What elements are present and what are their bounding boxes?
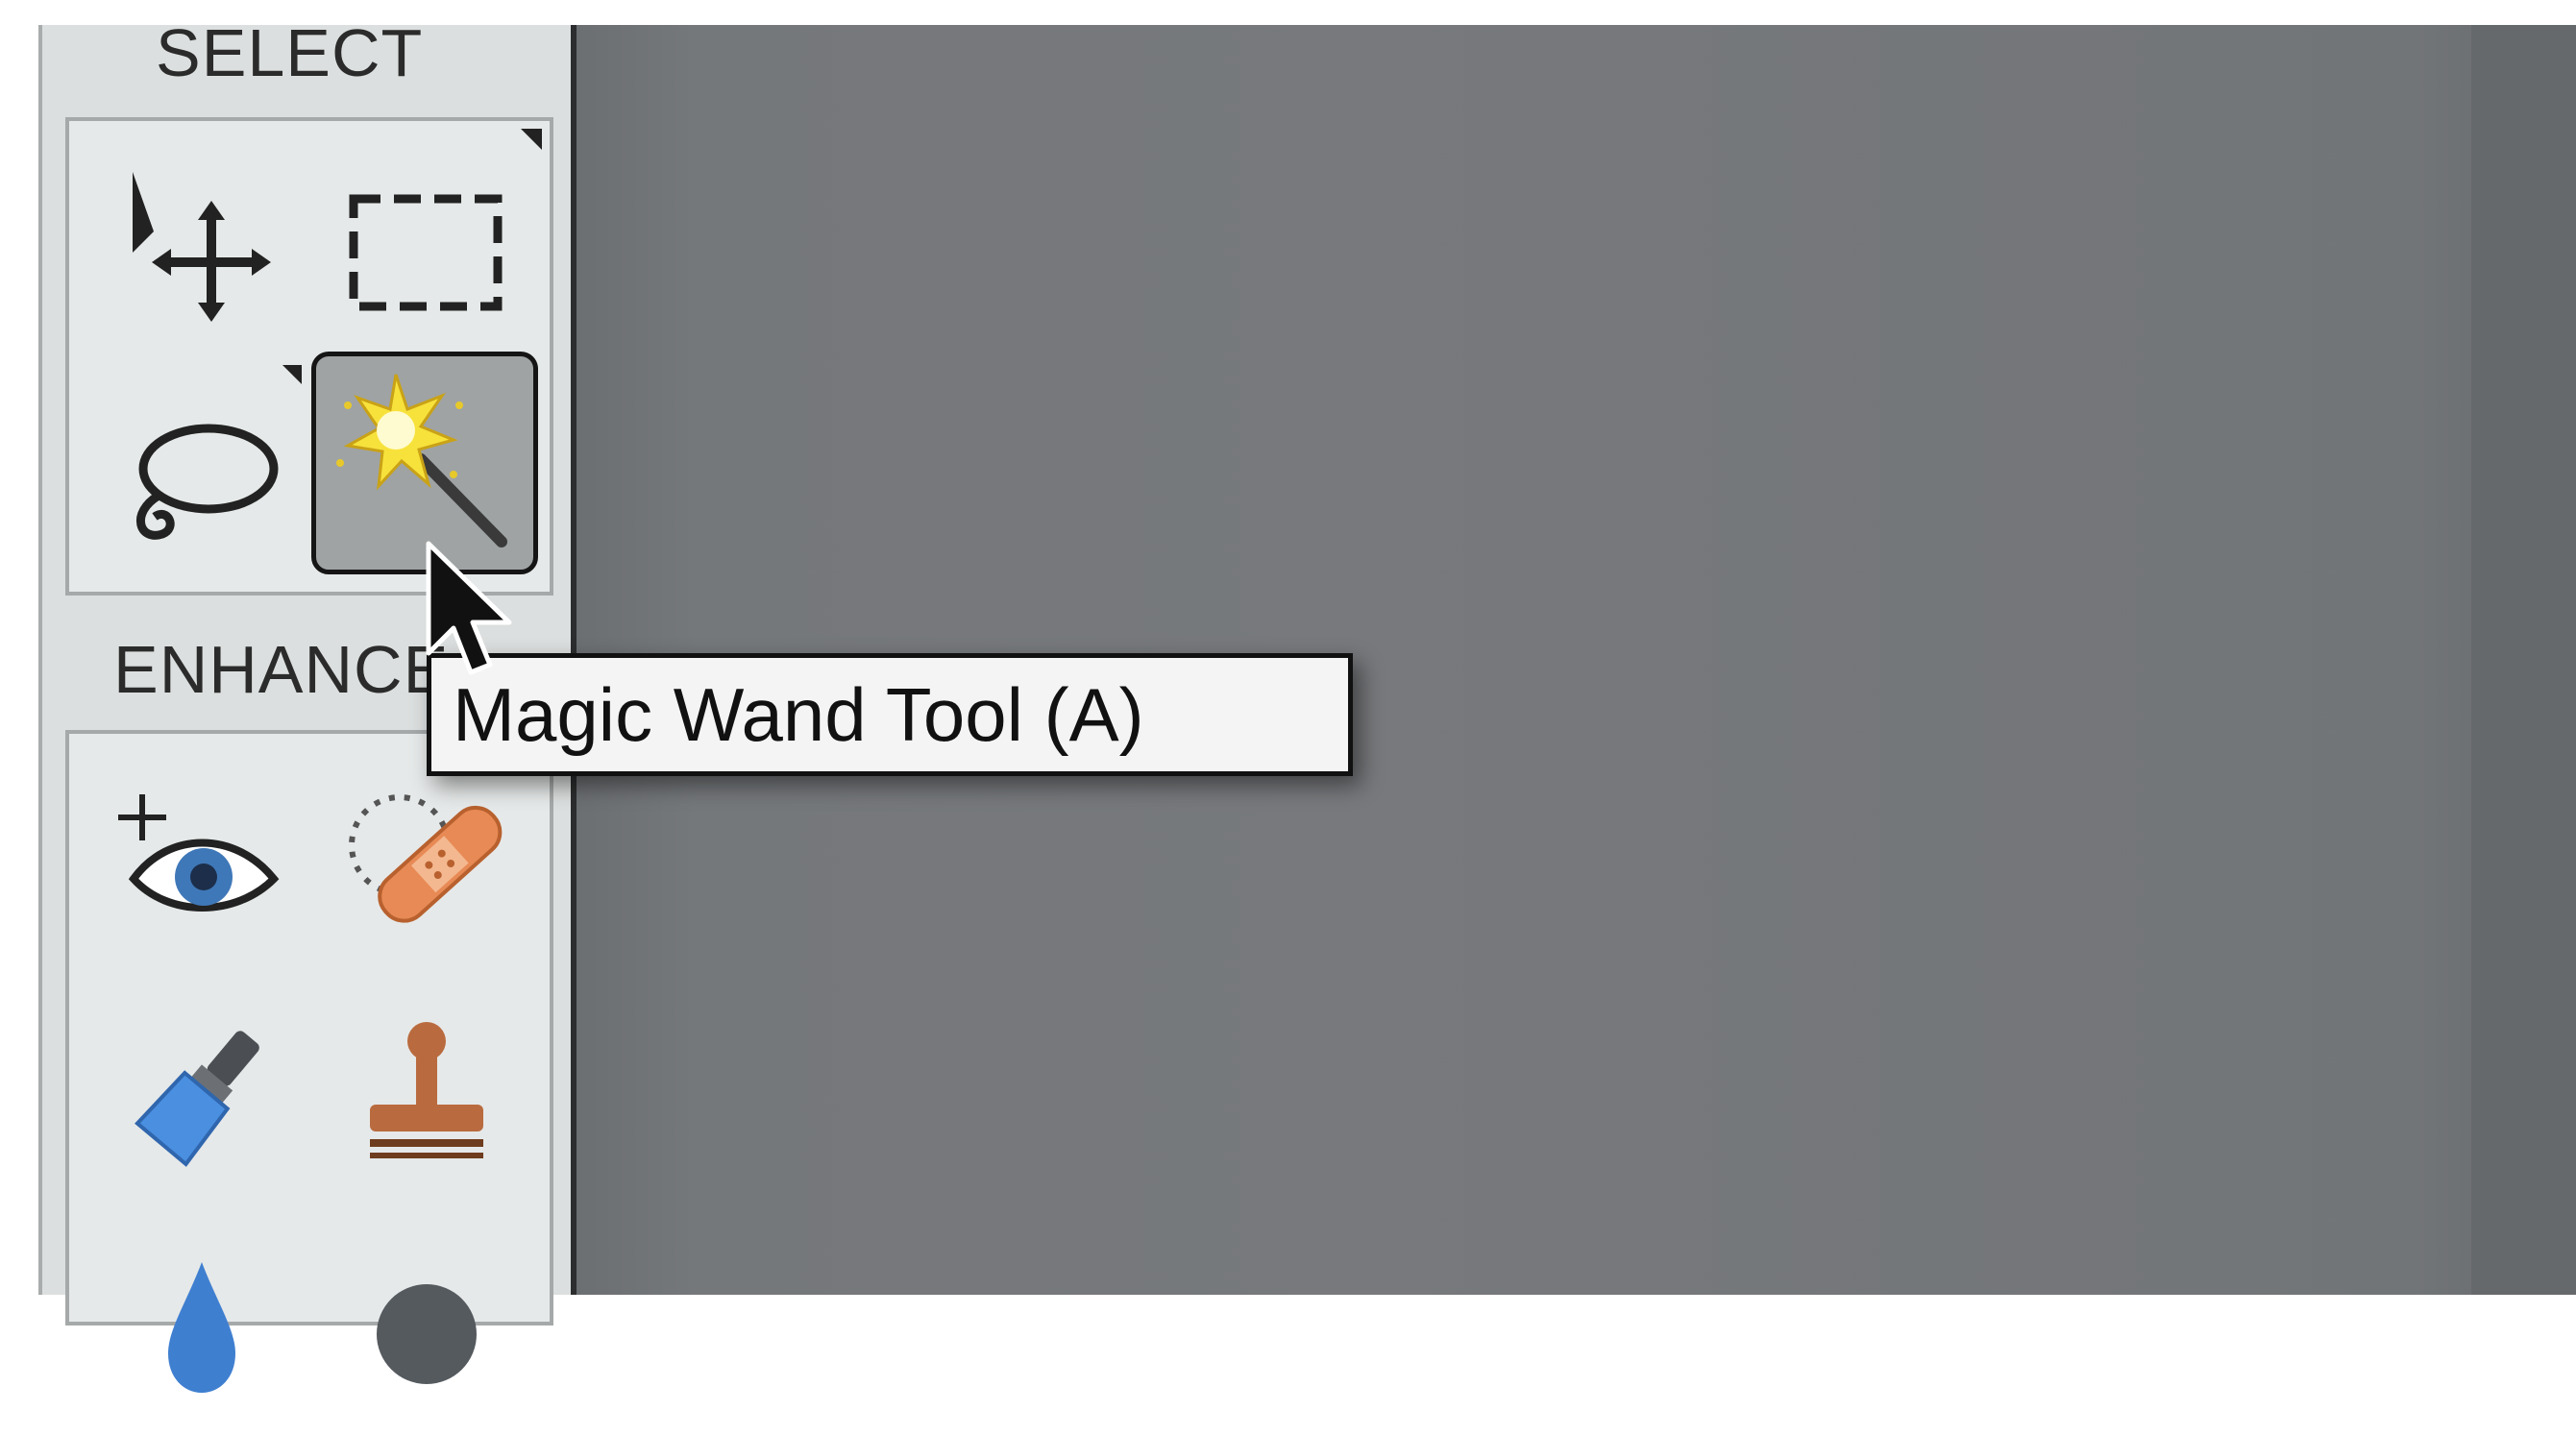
lasso-icon xyxy=(136,424,279,540)
canvas-edge-panel xyxy=(2471,25,2576,1295)
red-eye-removal-icon xyxy=(118,794,280,912)
red-eye-removal-tool-button[interactable] xyxy=(96,749,307,970)
sponge-icon xyxy=(377,1284,477,1384)
move-icon xyxy=(133,172,271,322)
photo-editor-screen: SELECT ENHANCE Magic Wand Tool (A) xyxy=(0,0,2576,1393)
sponge-tool-button[interactable] xyxy=(321,1214,532,1435)
marquee-more-tools-indicator xyxy=(521,129,542,150)
enhance-tool-group xyxy=(65,730,553,1393)
spot-healing-brush-tool-button[interactable] xyxy=(321,749,532,970)
lasso-more-tools-indicator xyxy=(282,365,302,384)
lasso-tool-button[interactable] xyxy=(96,369,307,590)
rectangular-marquee-icon xyxy=(349,194,503,311)
blur-icon xyxy=(168,1262,235,1393)
rectangular-marquee-tool-button[interactable] xyxy=(321,142,532,363)
section-label-select: SELECT xyxy=(156,15,424,90)
mouse-cursor-icon xyxy=(426,541,512,675)
smart-brush-icon xyxy=(135,1031,259,1167)
blur-tool-button[interactable] xyxy=(96,1214,307,1435)
move-tool-button[interactable] xyxy=(96,142,307,363)
clone-stamp-icon xyxy=(370,1022,483,1158)
smart-brush-tool-button[interactable] xyxy=(96,985,307,1206)
magic-wand-icon xyxy=(336,374,507,547)
clone-stamp-tool-button[interactable] xyxy=(321,985,532,1206)
select-tool-group xyxy=(65,117,553,596)
tooltip-text: Magic Wand Tool (A) xyxy=(453,671,1144,757)
magic-wand-tooltip: Magic Wand Tool (A) xyxy=(427,653,1353,776)
section-label-enhance: ENHANCE xyxy=(113,632,450,707)
spot-healing-brush-icon xyxy=(349,794,503,923)
